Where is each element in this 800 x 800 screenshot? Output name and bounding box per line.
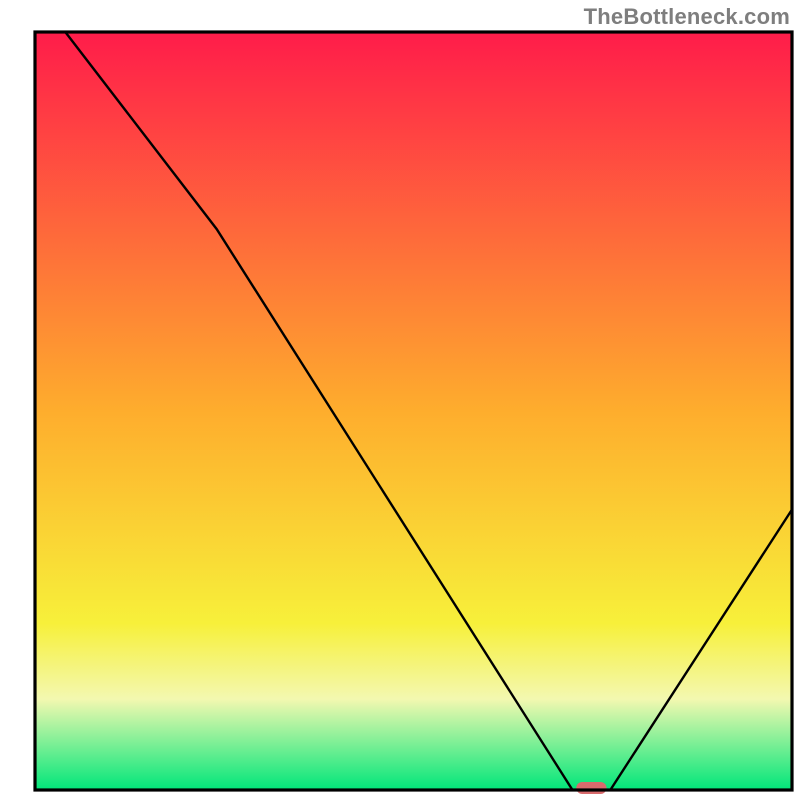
plot-background [35, 32, 792, 790]
optimal-marker [576, 782, 606, 794]
bottleneck-chart [0, 0, 800, 800]
chart-stage: TheBottleneck.com [0, 0, 800, 800]
